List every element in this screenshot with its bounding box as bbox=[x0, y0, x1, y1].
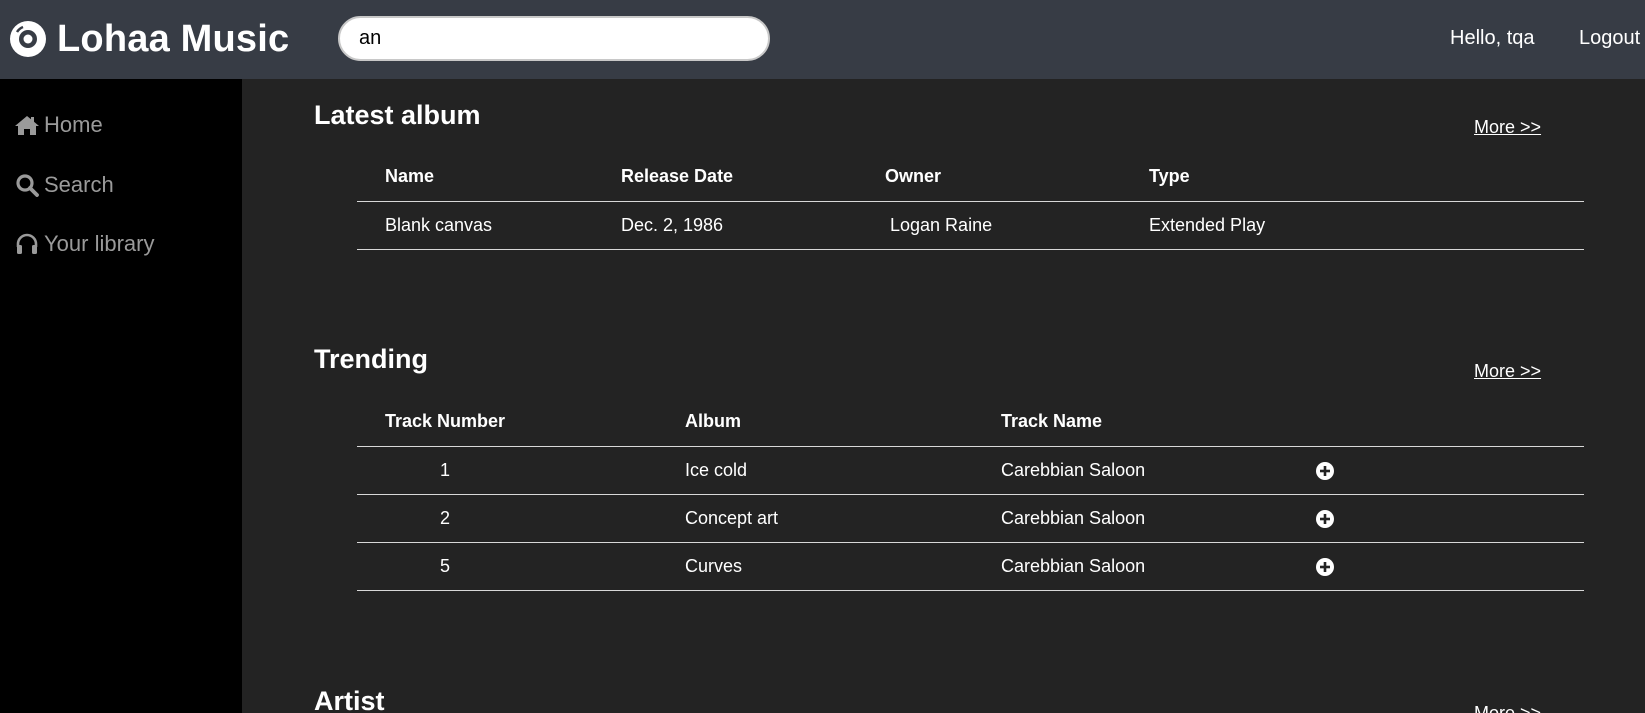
track-album: Concept art bbox=[685, 494, 1001, 543]
column-header-track-number: Track Number bbox=[357, 397, 685, 447]
add-circle-icon[interactable] bbox=[1316, 461, 1334, 480]
track-album: Ice cold bbox=[685, 446, 1001, 495]
table-row[interactable]: Blank canvas Dec. 2, 1986 Logan Raine Ex… bbox=[357, 201, 1584, 250]
add-circle-icon[interactable] bbox=[1316, 557, 1334, 576]
trending-more-link[interactable]: More >> bbox=[1474, 361, 1541, 382]
sidebar-item-home[interactable]: Home bbox=[14, 110, 103, 140]
column-header-track-name: Track Name bbox=[1001, 397, 1316, 447]
track-action-cell bbox=[1316, 542, 1584, 591]
table-header-row: Name Release Date Owner Type bbox=[357, 152, 1584, 202]
trending-title: Trending bbox=[314, 344, 428, 374]
track-name: Carebbian Saloon bbox=[1001, 446, 1316, 495]
table-header-row: Track Number Album Track Name bbox=[357, 397, 1584, 447]
top-header: Lohaa Music Hello, tqa Logout bbox=[0, 0, 1645, 79]
track-name: Carebbian Saloon bbox=[1001, 542, 1316, 591]
latest-album-more-link[interactable]: More >> bbox=[1474, 117, 1541, 138]
track-number: 2 bbox=[357, 494, 685, 543]
album-owner: Logan Raine bbox=[885, 201, 1149, 250]
sidebar: Home Search Your library bbox=[0, 79, 242, 713]
search-field[interactable] bbox=[338, 16, 770, 61]
column-header-action bbox=[1316, 397, 1584, 447]
latest-album-table: Name Release Date Owner Type Blank canva… bbox=[357, 152, 1584, 250]
add-circle-icon[interactable] bbox=[1316, 509, 1334, 528]
vinyl-logo-icon bbox=[10, 21, 46, 57]
artist-more-link[interactable]: More >> bbox=[1474, 703, 1541, 713]
track-action-cell bbox=[1316, 494, 1584, 543]
table-row[interactable]: 5 Curves Carebbian Saloon bbox=[357, 542, 1584, 591]
brand[interactable]: Lohaa Music bbox=[9, 17, 289, 61]
column-header-album: Album bbox=[685, 397, 1001, 447]
album-name: Blank canvas bbox=[357, 201, 621, 250]
trending-table: Track Number Album Track Name 1 Ice cold… bbox=[357, 397, 1584, 591]
column-header-name: Name bbox=[357, 152, 621, 202]
artist-title: Artist bbox=[314, 686, 385, 713]
track-album: Curves bbox=[685, 542, 1001, 591]
sidebar-item-label: Your library bbox=[44, 231, 155, 256]
sidebar-item-label: Home bbox=[44, 112, 103, 137]
album-release-date: Dec. 2, 1986 bbox=[621, 201, 885, 250]
brand-name: Lohaa Music bbox=[57, 17, 290, 60]
logout-link[interactable]: Logout bbox=[1579, 27, 1640, 50]
column-header-type: Type bbox=[1149, 152, 1584, 202]
column-header-release-date: Release Date bbox=[621, 152, 885, 202]
track-action-cell bbox=[1316, 446, 1584, 495]
album-type: Extended Play bbox=[1149, 201, 1584, 250]
table-row[interactable]: 2 Concept art Carebbian Saloon bbox=[357, 494, 1584, 543]
headphones-icon bbox=[16, 233, 38, 254]
search-icon bbox=[16, 174, 39, 197]
home-icon bbox=[15, 116, 39, 135]
column-header-owner: Owner bbox=[885, 152, 1149, 202]
sidebar-item-label: Search bbox=[44, 172, 114, 197]
sidebar-item-library[interactable]: Your library bbox=[14, 229, 154, 259]
sidebar-item-search[interactable]: Search bbox=[14, 170, 114, 200]
track-number: 5 bbox=[357, 542, 685, 591]
track-number: 1 bbox=[357, 446, 685, 495]
user-greeting: Hello, tqa bbox=[1450, 27, 1535, 49]
search-input[interactable] bbox=[340, 18, 768, 59]
track-name: Carebbian Saloon bbox=[1001, 494, 1316, 543]
table-row[interactable]: 1 Ice cold Carebbian Saloon bbox=[357, 446, 1584, 495]
latest-album-title: Latest album bbox=[314, 100, 481, 130]
